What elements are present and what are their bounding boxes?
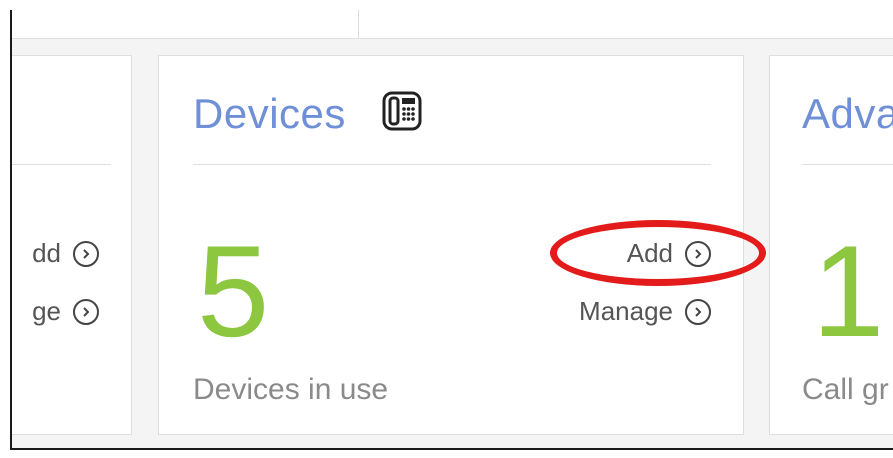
left-add-link[interactable]: dd: [32, 238, 99, 269]
devices-count: 5: [197, 218, 270, 364]
add-device-label: Add: [626, 238, 673, 268]
left-add-label: dd: [32, 238, 61, 268]
chevron-right-icon: [685, 240, 711, 267]
devices-card: Devices 5 Devices in use Add Manage: [158, 55, 744, 435]
advanced-card: Adva 1 Call gr: [769, 55, 893, 435]
call-groups-count: 1: [812, 218, 885, 364]
advanced-title: Adva: [802, 90, 893, 137]
devices-title: Devices: [193, 90, 346, 137]
top-bar: [12, 10, 893, 39]
manage-devices-link[interactable]: Manage: [579, 296, 711, 327]
top-bar-divider: [358, 10, 359, 38]
chevron-right-icon: [73, 240, 99, 267]
manage-devices-label: Manage: [579, 296, 673, 326]
desk-phone-icon: [381, 90, 423, 132]
dashboard-frame: dd ge Devices 5 Devices in use Add Manag…: [10, 10, 893, 450]
left-manage-label: ge: [32, 296, 61, 326]
call-groups-count-label: Call gr: [802, 373, 889, 406]
card-left: dd ge: [12, 55, 132, 435]
add-device-link[interactable]: Add: [627, 238, 711, 269]
left-manage-link[interactable]: ge: [32, 296, 99, 327]
card-divider: [802, 164, 893, 165]
devices-count-label: Devices in use: [193, 373, 389, 406]
chevron-right-icon: [685, 298, 711, 325]
chevron-right-icon: [73, 298, 99, 325]
card-divider: [193, 164, 711, 165]
card-divider: [12, 164, 111, 165]
